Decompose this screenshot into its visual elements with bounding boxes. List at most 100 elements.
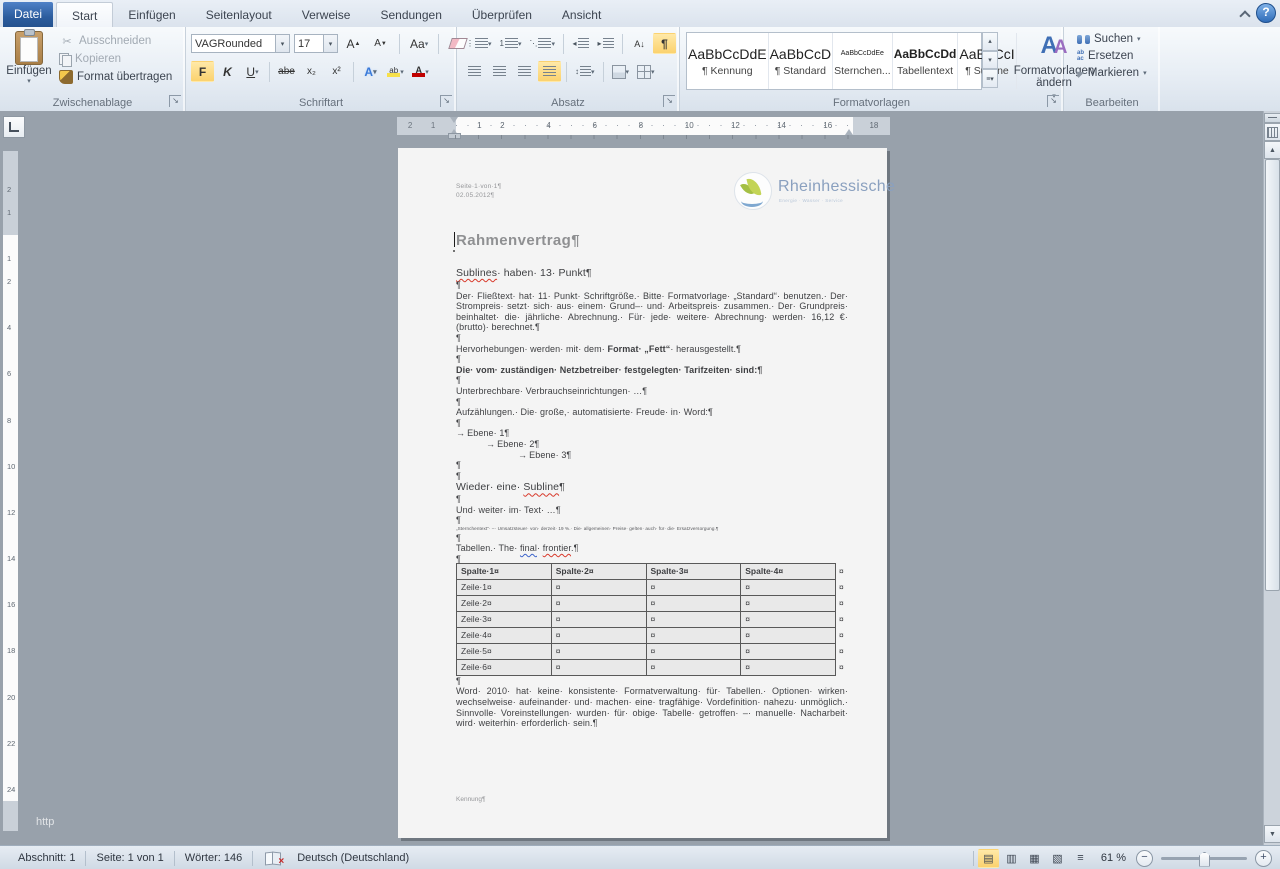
paragraph[interactable]: ¶: [456, 280, 848, 291]
style-item[interactable]: AaBbCcD ¶ Standard: [769, 33, 834, 89]
draft-view-button[interactable]: ≡: [1070, 849, 1091, 868]
tab-sendungen[interactable]: Sendungen: [365, 2, 456, 27]
gallery-open-icon[interactable]: ≡▾: [982, 69, 998, 89]
paragraph[interactable]: Der· Fließtext· hat· 11· Punkt· Schriftg…: [456, 291, 848, 333]
zoom-out-button[interactable]: −: [1136, 849, 1153, 867]
page-indicator[interactable]: Seite: 1 von 1: [86, 852, 173, 864]
tab-selector-button[interactable]: [3, 116, 25, 138]
numbering-button[interactable]: 1 ▾: [497, 33, 525, 54]
paragraph[interactable]: ¶: [456, 533, 848, 544]
help-icon[interactable]: ?: [1256, 3, 1276, 23]
table-header-cell[interactable]: Spalte·4¤: [740, 562, 836, 580]
shrink-font-button[interactable]: A ▼: [369, 33, 392, 54]
dialog-launcher-icon[interactable]: ↘: [663, 95, 675, 107]
paragraph[interactable]: ¶: [456, 418, 848, 429]
chevron-down-icon[interactable]: ▾: [323, 35, 337, 52]
paragraph[interactable]: Wieder· eine· Subline¶: [456, 481, 848, 494]
text-effects-button[interactable]: A ▾: [359, 61, 382, 82]
chevron-down-icon[interactable]: ▾: [275, 35, 289, 52]
paragraph[interactable]: → Ebene· 3¶: [456, 450, 848, 461]
paragraph[interactable]: Aufzählungen.· Die· große,· automatisier…: [456, 407, 848, 418]
table-cell[interactable]: ¤: [645, 594, 742, 612]
table-header-cell[interactable]: Spalte·3¤: [645, 562, 742, 580]
split-handle[interactable]: [1264, 113, 1280, 123]
italic-button[interactable]: K: [216, 61, 239, 82]
paragraph[interactable]: Rahmenvertrag¶: [456, 232, 848, 250]
gallery-up-icon[interactable]: ▴: [982, 32, 998, 51]
paragraph[interactable]: ¶: [456, 494, 848, 505]
paste-button[interactable]: Einfügen ▾: [5, 29, 53, 103]
font-size-combo[interactable]: 17 ▾: [294, 34, 338, 53]
select-button[interactable]: ▶ Markieren ▾: [1074, 66, 1150, 80]
table-cell[interactable]: ¤: [645, 610, 742, 628]
vertical-ruler[interactable]: 2 1 1 2 4 6 8 10 12 14 16 18 20 22 24: [2, 150, 19, 832]
scroll-up-icon[interactable]: ▲: [1264, 141, 1280, 159]
table-cell[interactable]: ¤: [645, 578, 742, 596]
line-spacing-button[interactable]: ↕ ▾: [572, 61, 598, 82]
paragraph[interactable]: ¶: [456, 460, 848, 471]
align-right-button[interactable]: [513, 61, 536, 82]
find-button[interactable]: Suchen ▾: [1074, 32, 1150, 46]
format-painter-button[interactable]: Format übertragen: [56, 69, 175, 85]
paragraph[interactable]: ¶: [456, 397, 848, 408]
bullets-button[interactable]: ⋮ ▾: [463, 33, 495, 54]
paragraph[interactable]: Tabellen.· The· final· frontier.¶: [456, 543, 848, 554]
paragraph[interactable]: ¶: [456, 471, 848, 482]
sort-button[interactable]: A↓: [628, 33, 651, 54]
page-footer[interactable]: Kennung¶: [456, 796, 486, 803]
ruler-toggle-button[interactable]: [1264, 123, 1280, 141]
tab-verweise[interactable]: Verweise: [287, 2, 366, 27]
paragraph[interactable]: ¶: [456, 354, 848, 365]
table-header-cell[interactable]: Spalte·1¤: [456, 562, 552, 580]
table-cell[interactable]: ¤: [550, 610, 647, 628]
document-content[interactable]: Rahmenvertrag¶ Sublines· haben· 13· Punkt…: [456, 232, 848, 729]
spellcheck-icon[interactable]: ×: [265, 852, 284, 867]
table-cell[interactable]: Zeile·2¤: [456, 594, 552, 612]
paragraph[interactable]: ¶: [456, 554, 848, 564]
decrease-indent-button[interactable]: ◂: [569, 33, 592, 54]
paragraph[interactable]: → Ebene· 2¶: [456, 439, 848, 450]
table-cell[interactable]: ¤: [550, 594, 647, 612]
multilevel-list-button[interactable]: ⋱ ▾: [526, 33, 558, 54]
table-cell[interactable]: Zeile·6¤: [456, 658, 552, 676]
table-cell[interactable]: ¤: [740, 626, 836, 644]
outline-view-button[interactable]: ▧: [1047, 849, 1068, 868]
strikethrough-button[interactable]: abe: [275, 61, 298, 82]
style-item[interactable]: AaBbCcDdE ¶ Kennung: [687, 33, 769, 89]
borders-button[interactable]: ▾: [634, 61, 658, 82]
style-item[interactable]: AaBbCcDd Tabellentext: [893, 33, 959, 89]
tab-start[interactable]: Start: [56, 2, 114, 28]
word-count[interactable]: Wörter: 146: [175, 852, 252, 864]
superscript-button[interactable]: x²: [325, 61, 348, 82]
underline-button[interactable]: U ▾: [241, 61, 264, 82]
document-page[interactable]: Seite·1·von·1¶ 02.05.2012¶ Rheinhessisch…: [398, 148, 895, 838]
dialog-launcher-icon[interactable]: ↘: [1047, 95, 1059, 107]
grow-font-button[interactable]: A ▲: [342, 33, 365, 54]
table-cell[interactable]: Zeile·1¤: [456, 578, 552, 596]
zoom-slider[interactable]: [1161, 851, 1247, 867]
show-formatting-marks-button[interactable]: ¶: [653, 33, 676, 54]
table-cell[interactable]: ¤: [550, 658, 647, 676]
increase-indent-button[interactable]: ▸: [594, 33, 617, 54]
bold-button[interactable]: F: [191, 61, 214, 82]
gallery-down-icon[interactable]: ▾: [982, 50, 998, 70]
scrollbar-thumb[interactable]: [1265, 159, 1280, 591]
paragraph[interactable]: → Ebene· 1¶: [456, 428, 848, 439]
table-cell[interactable]: ¤: [645, 642, 742, 660]
fullscreen-reading-view-button[interactable]: ▥: [1001, 849, 1022, 868]
font-color-button[interactable]: A ▾: [409, 61, 432, 82]
style-item[interactable]: AaBbCcDdEe Sternchen...: [833, 33, 893, 89]
print-layout-view-button[interactable]: ▤: [977, 848, 999, 868]
table-cell[interactable]: ¤: [740, 594, 836, 612]
table-cell[interactable]: ¤: [550, 578, 647, 596]
tab-überprüfen[interactable]: Überprüfen: [457, 2, 547, 27]
table-header-cell[interactable]: Spalte·2¤: [550, 562, 647, 580]
table-cell[interactable]: ¤: [550, 642, 647, 660]
section-indicator[interactable]: Abschnitt: 1: [8, 852, 85, 864]
table-cell[interactable]: Zeile·4¤: [456, 626, 552, 644]
web-layout-view-button[interactable]: ▦: [1024, 849, 1045, 868]
table-cell[interactable]: ¤: [740, 610, 836, 628]
page-header[interactable]: Seite·1·von·1¶ 02.05.2012¶: [456, 183, 501, 200]
paragraph[interactable]: ¶: [456, 676, 848, 687]
replace-button[interactable]: ab ac Ersetzen: [1074, 49, 1150, 63]
